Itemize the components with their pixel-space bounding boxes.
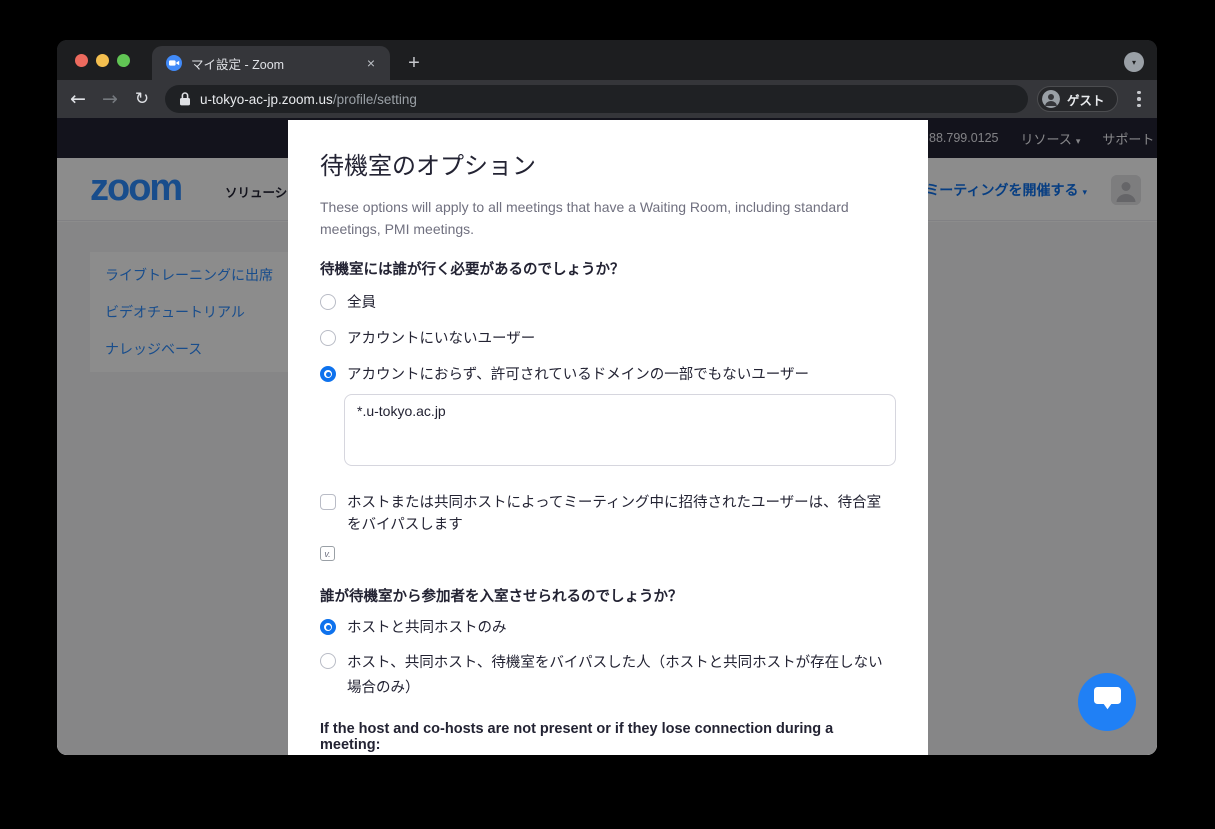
window-controls <box>75 54 130 67</box>
radio-option-host-cohosts-only[interactable]: ホストと共同ホストのみ <box>320 617 896 639</box>
browser-toolbar: ← → ↻ u-tokyo-ac-jp.zoom.us/profile/sett… <box>57 80 1157 118</box>
dialog-title: 待機室のオプション <box>320 146 896 178</box>
forward-button[interactable]: → <box>98 87 122 111</box>
host-absent-label: If the host and co-hosts are not present… <box>320 721 896 741</box>
new-tab-button[interactable]: + <box>401 50 427 76</box>
dialog-description: These options will apply to all meetings… <box>320 196 855 240</box>
chat-bubble-icon <box>1094 687 1121 717</box>
close-tab-icon[interactable]: × <box>362 54 380 72</box>
chevron-down-icon: ▾ <box>1132 58 1136 67</box>
browser-window: マイ設定 - Zoom × + ▾ ← → ↻ u-tokyo-ac-jp.zo… <box>57 40 1157 755</box>
guest-label: ゲスト <box>1067 90 1105 109</box>
back-button[interactable]: ← <box>66 87 90 111</box>
waiting-room-options-dialog: 待機室のオプション These options will apply to al… <box>288 120 928 755</box>
address-bar[interactable]: u-tokyo-ac-jp.zoom.us/profile/setting <box>165 85 1028 113</box>
maximize-window-button[interactable] <box>117 54 130 67</box>
radio-option-users-not-in-account[interactable]: アカウントにいないユーザー <box>320 328 896 350</box>
tab-title: マイ設定 - Zoom <box>191 54 362 73</box>
radio-selected-icon[interactable] <box>320 619 336 635</box>
q2-label: 誰が待機室から参加者を入室させられるのでしょうか？ <box>320 585 896 605</box>
q1-label: 待機室には誰が行く必要があるのでしょうか？ <box>320 258 896 278</box>
checkbox-icon[interactable] <box>320 494 336 510</box>
lock-icon <box>179 91 191 107</box>
guest-profile-button[interactable]: ゲスト <box>1037 86 1118 112</box>
reload-button[interactable]: ↻ <box>130 87 154 111</box>
radio-icon[interactable] <box>320 653 336 669</box>
zoom-favicon-icon <box>166 55 182 71</box>
radio-option-everyone[interactable]: 全員 <box>320 292 896 314</box>
broken-image-icon: v. <box>320 546 335 561</box>
radio-icon[interactable] <box>320 330 336 346</box>
tab-search-button[interactable]: ▾ <box>1124 52 1144 72</box>
browser-tab[interactable]: マイ設定 - Zoom × <box>152 46 390 80</box>
bypass-waiting-room-checkbox-row[interactable]: ホストまたは共同ホストによってミーティング中に招待されたユーザーは、待合室をバイ… <box>320 492 896 536</box>
support-chat-button[interactable] <box>1078 673 1136 731</box>
page-viewport: 88.799.0125 リソース▾ サポート zoom ソリューシ ミーティング… <box>57 118 1157 755</box>
radio-icon[interactable] <box>320 294 336 310</box>
tab-strip: マイ設定 - Zoom × + ▾ <box>57 40 1157 80</box>
allowed-domains-input[interactable]: *.u-tokyo.ac.jp <box>344 394 896 466</box>
radio-option-users-not-in-allowed-domains[interactable]: アカウントにおらず、許可されているドメインの一部でもないユーザー <box>320 364 896 386</box>
close-window-button[interactable] <box>75 54 88 67</box>
guest-avatar-icon <box>1042 90 1060 108</box>
radio-selected-icon[interactable] <box>320 366 336 382</box>
browser-menu-button[interactable] <box>1129 87 1149 111</box>
url-path: /profile/setting <box>333 92 417 107</box>
url-domain: u-tokyo-ac-jp.zoom.us <box>200 92 333 107</box>
minimize-window-button[interactable] <box>96 54 109 67</box>
radio-option-host-cohosts-bypassers[interactable]: ホスト、共同ホスト、待機室をバイパスした人（ホストと共同ホストが存在しない場合の… <box>320 651 896 701</box>
